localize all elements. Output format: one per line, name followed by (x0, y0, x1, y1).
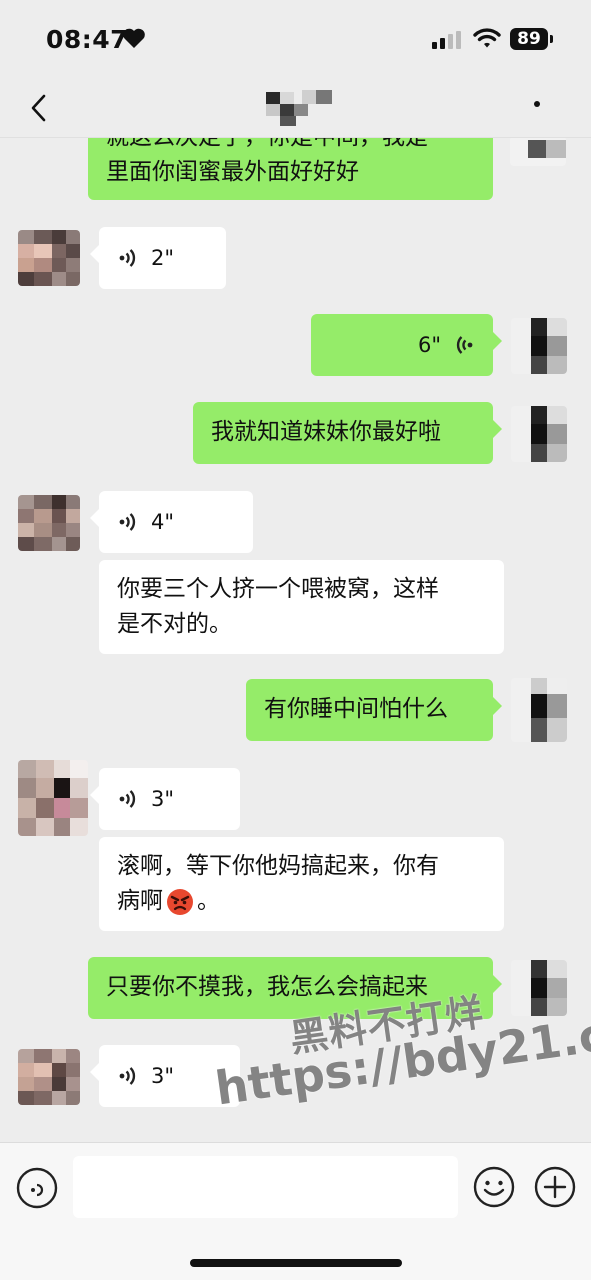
message-outgoing-voice[interactable]: 6" (311, 314, 502, 376)
voice-duration: 4" (151, 509, 175, 534)
chat-header (0, 78, 591, 138)
home-indicator[interactable] (190, 1259, 402, 1267)
contact-avatar[interactable] (18, 495, 80, 551)
message-text-line: 里面你闺蜜最外面好好好 (106, 159, 359, 185)
battery-tip (550, 35, 553, 43)
message-incoming-voice[interactable]: 3" (90, 768, 240, 830)
voice-wave-icon (119, 1067, 136, 1085)
voice-duration: 3" (151, 1063, 175, 1088)
voice-wave-icon (119, 790, 136, 808)
message-text-line: 有你睡中间怕什么 (264, 696, 448, 722)
my-avatar[interactable] (511, 678, 567, 742)
voice-wave-icon (119, 249, 136, 267)
message-incoming-voice[interactable]: 4" (90, 491, 253, 553)
contact-avatar[interactable] (18, 230, 80, 286)
message-outgoing-text[interactable]: 就这么决定了，你是中间，我是 里面你闺蜜最外面好好好 (88, 138, 493, 200)
contact-avatar[interactable] (18, 1049, 80, 1105)
plus-icon[interactable] (533, 1165, 577, 1209)
message-outgoing-text[interactable]: 我就知道妹妹你最好啦 (193, 402, 502, 464)
wifi-icon (473, 28, 501, 48)
status-bar: 08:47 89 (0, 0, 591, 78)
message-input[interactable] (73, 1156, 458, 1218)
heart-icon (123, 28, 145, 48)
my-avatar[interactable] (510, 138, 566, 166)
my-avatar[interactable] (511, 318, 567, 374)
voice-duration: 3" (151, 786, 175, 811)
angry-emoji-icon (167, 888, 193, 915)
more-icon[interactable] (534, 101, 540, 107)
battery-icon: 89 (510, 28, 548, 50)
voice-wave-icon (119, 513, 136, 531)
status-time: 08:47 (46, 25, 129, 54)
message-text-line: 就这么决定了，你是中间，我是 (106, 138, 475, 155)
message-text-line: 滚啊，等下你他妈搞起来，你有 (117, 853, 439, 879)
chat-title-pixelated (262, 86, 342, 126)
message-incoming-text[interactable]: 滚啊，等下你他妈搞起来，你有 病啊 。 (99, 837, 504, 931)
contact-avatar[interactable] (18, 760, 88, 836)
message-text-line: 我就知道妹妹你最好啦 (211, 419, 441, 445)
message-text-line: 病啊 (117, 888, 163, 914)
message-text-line: 。 (197, 888, 220, 914)
message-outgoing-text[interactable]: 有你睡中间怕什么 (246, 679, 502, 741)
battery-level: 89 (517, 29, 541, 49)
my-avatar[interactable] (511, 960, 567, 1016)
signal-icon (432, 31, 461, 49)
voice-duration: 2" (151, 245, 175, 270)
chat-message-list: 就这么决定了，你是中间，我是 里面你闺蜜最外面好好好 2" 6" (0, 138, 591, 1142)
my-avatar[interactable] (511, 406, 567, 462)
message-text-line: 你要三个人挤一个喂被窝，这样 (117, 576, 439, 602)
emoji-icon[interactable] (472, 1165, 516, 1209)
message-incoming-voice[interactable]: 2" (90, 227, 226, 289)
voice-toggle-icon[interactable] (15, 1166, 59, 1210)
message-text-line: 是不对的。 (117, 611, 232, 637)
voice-wave-icon (456, 336, 473, 354)
voice-duration: 6" (417, 332, 441, 357)
back-icon[interactable] (20, 88, 60, 128)
message-incoming-text[interactable]: 你要三个人挤一个喂被窝，这样 是不对的。 (99, 560, 504, 654)
